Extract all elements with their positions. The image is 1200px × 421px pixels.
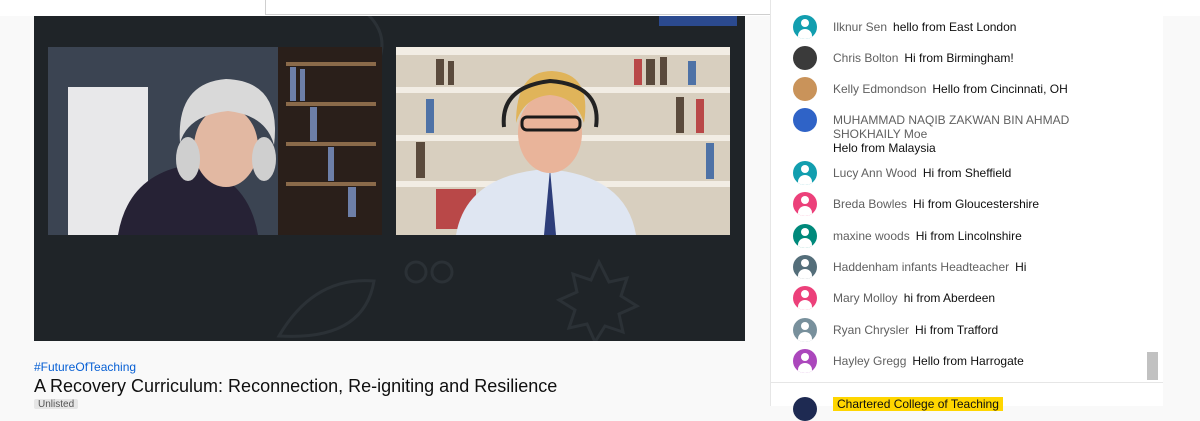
- avatar[interactable]: [793, 349, 817, 373]
- chat-message: Breda Bowles Hi from Gloucestershire: [793, 192, 1133, 216]
- search-input[interactable]: [265, 0, 825, 15]
- avatar[interactable]: [793, 397, 817, 421]
- chat-message: Mary Molloy hi from Aberdeen: [793, 286, 1133, 310]
- speaker-video-right: [396, 47, 730, 235]
- chat-text: hi from Aberdeen: [903, 291, 996, 305]
- chat-author[interactable]: Haddenham infants Headteacher: [833, 260, 1009, 274]
- avatar[interactable]: [793, 286, 817, 310]
- chat-message: Ilknur Sen hello from East London: [793, 15, 1133, 39]
- chat-text: Helo from Malaysia: [833, 141, 936, 155]
- chat-message: Hayley Gregg Hello from Harrogate: [793, 349, 1133, 373]
- chat-author[interactable]: Breda Bowles: [833, 197, 907, 211]
- chat-author[interactable]: Lucy Ann Wood: [833, 166, 917, 180]
- video-title: A Recovery Curriculum: Reconnection, Re-…: [34, 376, 558, 396]
- avatar[interactable]: [793, 108, 817, 132]
- chat-text: Hello from Harrogate: [912, 354, 1024, 368]
- chat-text: Hi from Trafford: [915, 323, 999, 337]
- chat-text: Hi: [1015, 260, 1027, 274]
- chat-text: hello from East London: [893, 20, 1017, 34]
- avatar[interactable]: [793, 46, 817, 70]
- video-player[interactable]: [34, 16, 745, 341]
- hashtag-link[interactable]: #FutureOfTeaching: [34, 360, 136, 374]
- chat-message: Chris Bolton Hi from Birmingham!: [793, 46, 1133, 70]
- chat-author[interactable]: Mary Molloy: [833, 291, 898, 305]
- visibility-badge: Unlisted: [34, 399, 79, 410]
- channel-owner-name[interactable]: Chartered College of Teaching: [833, 397, 1003, 411]
- chat-message: Lucy Ann Wood Hi from Sheffield: [793, 161, 1133, 185]
- chat-pinned-area: Chartered College of Teaching: [770, 382, 1163, 421]
- live-chat-panel: Ilknur Sen hello from East London Chris B…: [770, 0, 1163, 382]
- chat-text: Hi from Sheffield: [922, 166, 1012, 180]
- chat-scrollbar[interactable]: [1145, 0, 1159, 382]
- chat-author[interactable]: MUHAMMAD NAQIB ZAKWAN BIN AHMAD SHOKHAIL…: [833, 113, 1087, 141]
- chat-text: Hi from Birmingham!: [904, 51, 1014, 65]
- chat-author[interactable]: Ilknur Sen: [833, 20, 887, 34]
- chat-message: Kelly Edmondson Hello from Cincinnati, OH: [793, 77, 1133, 101]
- chat-author[interactable]: maxine woods: [833, 229, 910, 243]
- chat-message: Haddenham infants Headteacher Hi: [793, 255, 1133, 279]
- chat-author[interactable]: Ryan Chrysler: [833, 323, 909, 337]
- chat-message: maxine woods Hi from Lincolnshire: [793, 224, 1133, 248]
- chat-message: Ryan Chrysler Hi from Trafford: [793, 318, 1133, 342]
- avatar[interactable]: [793, 77, 817, 101]
- avatar[interactable]: [793, 318, 817, 342]
- chat-author[interactable]: Hayley Gregg: [833, 354, 906, 368]
- chat-author[interactable]: Chris Bolton: [833, 51, 898, 65]
- chat-message: MUHAMMAD NAQIB ZAKWAN BIN AHMAD SHOKHAIL…: [793, 108, 1133, 155]
- avatar[interactable]: [793, 255, 817, 279]
- chat-text: Hi from Gloucestershire: [913, 197, 1040, 211]
- chat-text: Hello from Cincinnati, OH: [932, 82, 1068, 96]
- chat-text: Hi from Lincolnshire: [915, 229, 1022, 243]
- avatar[interactable]: [793, 15, 817, 39]
- speaker-video-left: [48, 47, 382, 235]
- avatar[interactable]: [793, 161, 817, 185]
- chat-scrollbar-thumb[interactable]: [1147, 352, 1158, 380]
- chat-author[interactable]: Kelly Edmondson: [833, 82, 926, 96]
- avatar[interactable]: [793, 224, 817, 248]
- avatar[interactable]: [793, 192, 817, 216]
